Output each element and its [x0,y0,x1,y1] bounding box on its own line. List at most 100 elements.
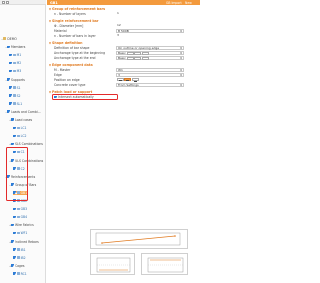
tree-item[interactable]: M2 [9,61,21,65]
tree-group[interactable]: − Group of Bars [9,183,36,187]
object-icon [16,191,20,194]
cover-select[interactable]: From Settings ▼ [116,83,184,87]
tree-item[interactable]: RC1 [13,272,27,276]
tree-item[interactable]: IB1 [13,248,26,252]
visibility-checkbox[interactable] [13,167,16,170]
rebar-start-point [101,242,103,244]
field-label: M - Master [54,68,71,72]
tree-item[interactable]: SL1 [9,102,22,106]
object-title: GB1 [50,0,58,5]
bars-in-layer-input[interactable]: 3 [116,33,184,37]
visibility-checkbox[interactable] [7,45,10,49]
tree-group[interactable]: + Inclined Rebars [9,240,39,244]
intersect-checkbox[interactable] [54,95,57,99]
tree-label: Wire Fabrics [14,223,34,228]
section-shape[interactable]: ▼Shape definition [49,41,83,45]
tree-item[interactable]: WF1 [13,231,27,235]
object-icon [12,102,16,105]
expand-all-icon[interactable] [2,1,5,4]
tree-group[interactable]: + Cages [9,264,25,268]
tree-label: IB2 [20,255,26,260]
tree-item[interactable]: IB2 [13,256,26,260]
visibility-checkbox[interactable] [13,215,16,219]
tree-group[interactable]: + Load cases [9,118,32,122]
visibility-checkbox[interactable] [11,158,14,162]
definition-select[interactable]: On outline or opening edge ▼ [116,46,184,50]
visibility-checkbox[interactable] [9,102,12,105]
visibility-checkbox[interactable] [9,69,12,73]
tree-group[interactable]: − Members [5,45,25,49]
visibility-checkbox[interactable] [13,150,16,154]
visibility-checkbox[interactable] [13,134,16,138]
master-select[interactable]: W1 ▼ [116,68,184,72]
visibility-checkbox[interactable] [11,223,14,227]
visibility-checkbox[interactable] [11,183,14,186]
section-patch[interactable]: ▼Patch load or support [49,90,92,94]
position-middle-button[interactable] [124,78,132,81]
field-bars-in-layer: n - Number of bars in layer 3 [54,33,194,38]
tree-label: Members [10,45,26,50]
visibility-checkbox[interactable] [9,86,12,89]
tree-item[interactable]: C1 [13,150,25,154]
visibility-checkbox[interactable] [13,126,16,130]
visibility-checkbox[interactable] [13,207,16,211]
visibility-checkbox[interactable] [11,142,14,146]
tree-item[interactable]: GB2 [13,199,27,203]
tree-group[interactable]: − Loads and Combi... [5,110,41,114]
tree-item[interactable]: S2 [9,94,21,98]
position-bottom-button[interactable] [131,78,139,82]
diameter-input[interactable]: 12 [116,23,184,27]
number-of-layers-input[interactable]: 1 [116,11,184,15]
visibility-checkbox[interactable] [7,110,10,113]
visibility-checkbox[interactable] [13,248,16,251]
tree-group[interactable]: − DEMO [1,37,17,41]
visibility-checkbox[interactable] [7,175,10,178]
tree-item[interactable]: GB1 [13,190,28,195]
new-button[interactable]: New [185,1,192,5]
object-icon [12,53,16,57]
visibility-checkbox[interactable] [9,61,12,65]
visibility-checkbox[interactable] [7,77,10,81]
visibility-checkbox[interactable] [9,94,12,97]
collapse-all-icon[interactable] [6,1,9,4]
material-select[interactable]: B 500B ▼ [116,29,184,33]
anchorage-end-value: Basic [118,56,126,61]
edge-select[interactable]: 3 ▼ [116,73,184,77]
tree-label: DEMO [7,37,17,41]
tree-group[interactable]: − Supports [5,78,25,82]
tree-group[interactable]: − Reinforcements [5,175,35,179]
section-group-of-bars[interactable]: ▼Group of reinforcement bars [49,7,105,11]
field-cover: Concrete cover type From Settings ▼ [54,83,194,87]
tree-item[interactable]: M3 [9,69,21,73]
field-label: Intersect automatically [58,95,94,99]
tree-group[interactable]: + SLS Combinations [9,142,43,146]
tree-item[interactable]: LC1 [13,126,26,130]
tree-item[interactable]: C2 [13,167,25,171]
visibility-checkbox[interactable] [13,191,16,194]
gb-import-button[interactable]: GB Import [166,1,182,5]
tree-label: Load cases [14,118,33,122]
section-edge[interactable]: ▼Edge component data [49,63,93,67]
visibility-checkbox[interactable] [13,199,16,202]
tree-label: SL1 [16,101,23,106]
visibility-checkbox[interactable] [11,239,14,243]
delete-button[interactable]: Delete [219,1,229,5]
visibility-checkbox[interactable] [11,264,14,267]
anchorage-end-select[interactable]: Basic ▼ [116,56,184,61]
position-top-button[interactable] [117,78,124,81]
visibility-checkbox[interactable] [13,272,16,275]
visibility-checkbox[interactable] [11,118,14,121]
visibility-checkbox[interactable] [13,231,16,235]
section-single-bar[interactable]: ▼Single reinforcement bar [49,19,99,23]
tree-group[interactable]: + Wire Fabrics [9,223,34,227]
tree-group[interactable]: + ULS Combinations [9,159,43,163]
tree-item[interactable]: GB3 [13,207,27,211]
anchorage-begin-select[interactable]: Basic ▼ [116,51,184,55]
visibility-checkbox[interactable] [9,53,12,57]
tree-item[interactable]: M1 [9,53,21,57]
visibility-checkbox[interactable] [13,256,16,259]
tree-item[interactable]: LC2 [13,134,26,138]
copy-button[interactable]: Copy [200,1,208,5]
tree-item[interactable]: S1 [9,86,21,90]
tree-item[interactable]: GB4 [13,215,27,219]
